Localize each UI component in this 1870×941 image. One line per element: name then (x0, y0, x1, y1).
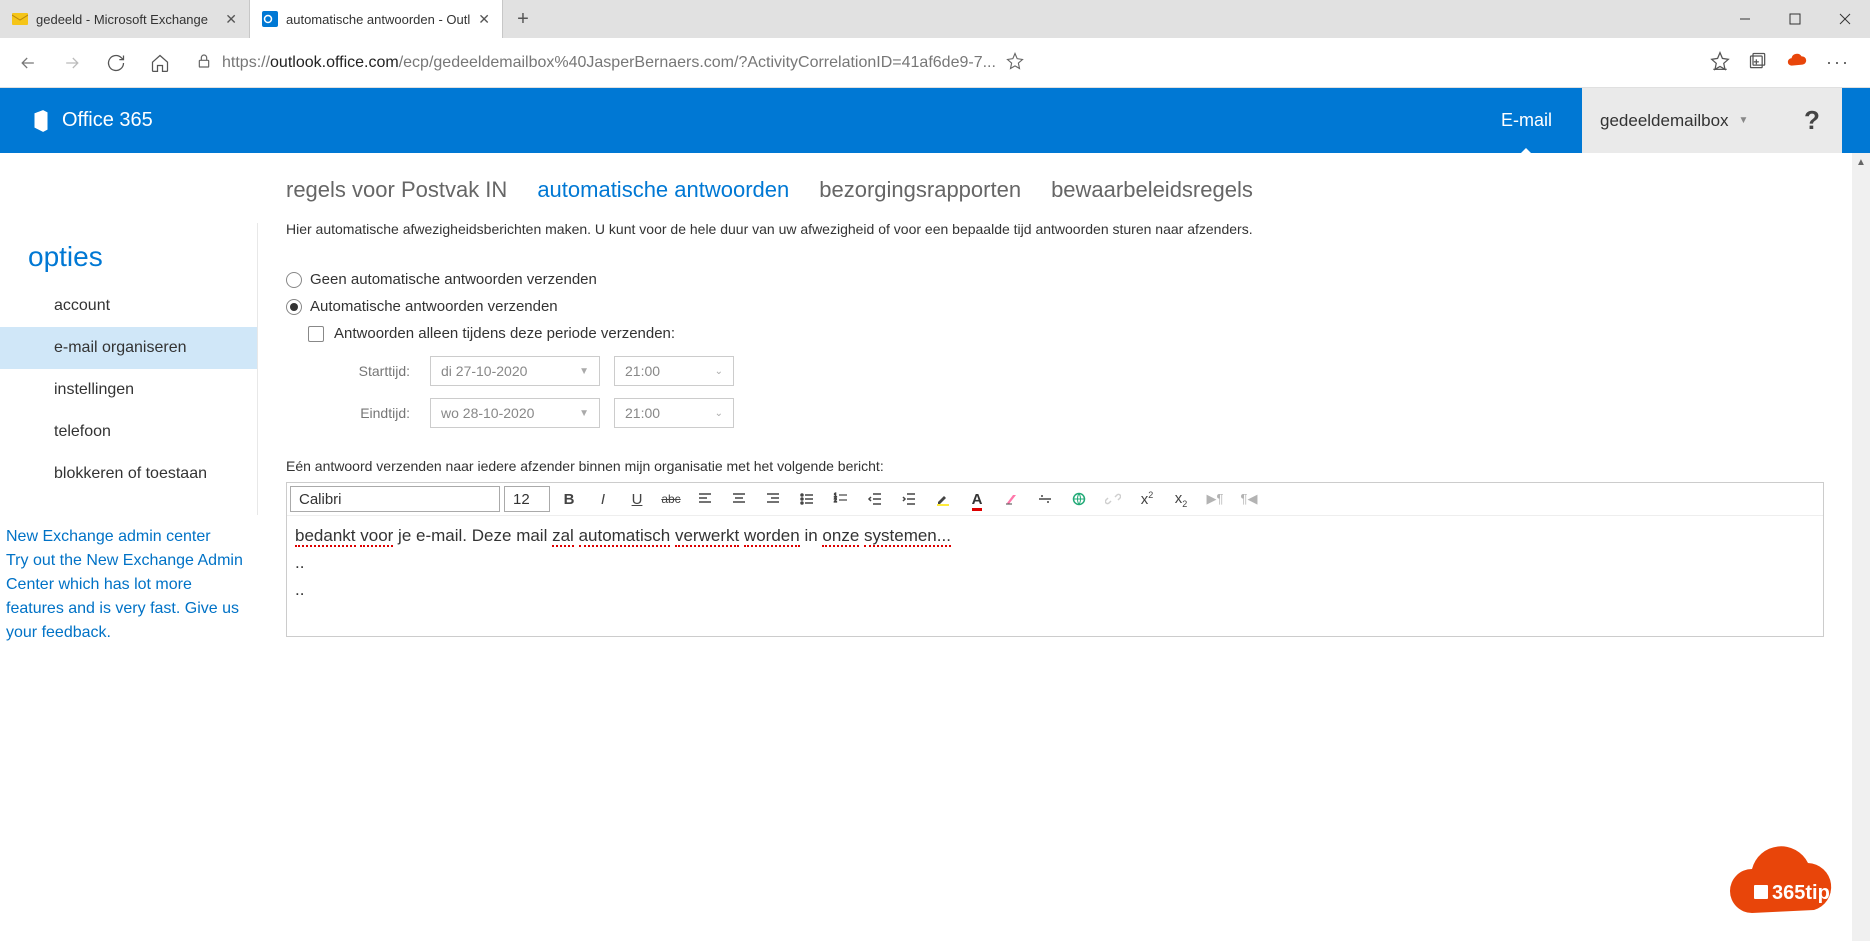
minimize-button[interactable] (1720, 0, 1770, 38)
end-time-select[interactable]: 21:00⌄ (614, 398, 734, 428)
editor-toolbar: Calibri 12 B I U abc 12 A x2 (287, 483, 1823, 516)
sidebar-item-4[interactable]: blokkeren of toestaan (0, 453, 257, 495)
outlook-favicon-icon (262, 11, 278, 27)
radio-no-autoreply[interactable]: Geen automatische antwoorden verzenden (286, 271, 1824, 288)
sidebar: opties accounte-mail organisereninstelli… (0, 223, 258, 515)
font-size-select[interactable]: 12 (504, 486, 550, 512)
indent-button[interactable] (894, 486, 924, 512)
lock-icon (196, 53, 212, 72)
office365-logo[interactable]: Office 365 (28, 108, 153, 134)
content-tabs: regels voor Postvak IN automatische antwo… (286, 177, 1824, 203)
refresh-button[interactable] (98, 45, 134, 81)
editor-label: Eén antwoord verzenden naar iedere afzen… (286, 458, 1824, 474)
browser-tab-0[interactable]: gedeeld - Microsoft Exchange ✕ (0, 0, 250, 38)
rich-text-editor: Calibri 12 B I U abc 12 A x2 (286, 482, 1824, 637)
close-icon[interactable]: ✕ (478, 11, 490, 28)
url-box[interactable]: https://outlook.office.com/ecp/gedeeldem… (186, 45, 1702, 81)
strikethrough-button[interactable]: abc (656, 486, 686, 512)
rtl-button[interactable]: ¶◀ (1234, 486, 1264, 512)
align-right-button[interactable] (758, 486, 788, 512)
italic-button[interactable]: I (588, 486, 618, 512)
align-center-button[interactable] (724, 486, 754, 512)
sidebar-item-1[interactable]: e-mail organiseren (0, 327, 257, 369)
sidebar-item-3[interactable]: telefoon (0, 411, 257, 453)
font-color-button[interactable]: A (962, 486, 992, 512)
underline-button[interactable]: U (622, 486, 652, 512)
sidebar-title: opties (0, 223, 257, 285)
clear-format-button[interactable] (996, 486, 1026, 512)
bullet-list-button[interactable] (792, 486, 822, 512)
radio-icon (286, 299, 302, 315)
help-button[interactable]: ? (1782, 88, 1842, 153)
end-label: Eindtijd: (336, 405, 416, 421)
browser-titlebar: gedeeld - Microsoft Exchange ✕ automatis… (0, 0, 1870, 38)
chevron-down-icon: ▼ (579, 408, 589, 419)
close-icon[interactable]: ✕ (225, 11, 237, 28)
chevron-down-icon: ▼ (579, 366, 589, 377)
collections-icon[interactable] (1748, 51, 1768, 74)
chevron-down-icon: ▼ (1739, 115, 1749, 126)
address-bar: https://outlook.office.com/ecp/gedeeldem… (0, 38, 1870, 88)
align-left-button[interactable] (690, 486, 720, 512)
onedrive-icon[interactable] (1786, 50, 1808, 75)
tab-title: automatische antwoorden - Outl (286, 12, 470, 27)
star-icon[interactable] (1006, 52, 1024, 73)
sidebar-item-2[interactable]: instellingen (0, 369, 257, 411)
link-button[interactable] (1064, 486, 1094, 512)
bold-button[interactable]: B (554, 486, 584, 512)
close-window-button[interactable] (1820, 0, 1870, 38)
checkbox-icon (308, 326, 324, 342)
home-button[interactable] (142, 45, 178, 81)
more-icon[interactable]: ··· (1826, 52, 1850, 73)
office-icon (28, 108, 54, 134)
365tips-badge: 365tips (1722, 843, 1862, 933)
back-button[interactable] (10, 45, 46, 81)
sidebar-item-0[interactable]: account (0, 285, 257, 327)
brand-text: Office 365 (62, 109, 153, 132)
content-tab-2[interactable]: bezorgingsrapporten (819, 177, 1021, 203)
start-time-select[interactable]: 21:00⌄ (614, 356, 734, 386)
superscript-button[interactable]: x2 (1132, 486, 1162, 512)
browser-tab-1[interactable]: automatische antwoorden - Outl ✕ (250, 0, 503, 38)
checkbox-period[interactable]: Antwoorden alleen tijdens deze periode v… (308, 325, 1824, 342)
svg-text:2: 2 (834, 498, 837, 504)
user-menu[interactable]: gedeeldemailbox ▼ (1582, 88, 1782, 153)
subscript-button[interactable]: x2 (1166, 486, 1196, 512)
chevron-down-icon: ⌄ (715, 408, 723, 419)
nav-email[interactable]: E-mail (1471, 88, 1582, 153)
favorites-icon[interactable] (1710, 51, 1730, 74)
content-tab-0[interactable]: regels voor Postvak IN (286, 177, 507, 203)
scroll-up-icon[interactable]: ▲ (1852, 153, 1870, 171)
forward-button[interactable] (54, 45, 90, 81)
insert-hr-button[interactable] (1030, 486, 1060, 512)
page-description: Hier automatische afwezigheidsberichten … (286, 221, 1824, 237)
start-label: Starttijd: (336, 363, 416, 379)
content-tab-1[interactable]: automatische antwoorden (537, 177, 789, 203)
radio-icon (286, 272, 302, 288)
editor-body[interactable]: bedankt voor je e-mail. Deze mail zal au… (287, 516, 1823, 636)
ltr-button[interactable]: ▶¶ (1200, 486, 1230, 512)
new-tab-button[interactable]: + (503, 0, 543, 38)
unlink-button[interactable] (1098, 486, 1128, 512)
maximize-button[interactable] (1770, 0, 1820, 38)
promo-link[interactable]: New Exchange admin center Try out the Ne… (0, 515, 258, 655)
main-panel: regels voor Postvak IN automatische antwo… (258, 153, 1852, 941)
number-list-button[interactable]: 12 (826, 486, 856, 512)
o365-header: Office 365 E-mail gedeeldemailbox ▼ ? (0, 88, 1870, 153)
radio-autoreply[interactable]: Automatische antwoorden verzenden (286, 298, 1824, 315)
font-family-select[interactable]: Calibri (290, 486, 500, 512)
highlight-button[interactable] (928, 486, 958, 512)
tab-title: gedeeld - Microsoft Exchange (36, 12, 217, 27)
mail-favicon-icon (12, 11, 28, 27)
content-tab-3[interactable]: bewaarbeleidsregels (1051, 177, 1253, 203)
chevron-down-icon: ⌄ (715, 366, 723, 377)
end-date-select[interactable]: wo 28-10-2020▼ (430, 398, 600, 428)
start-date-select[interactable]: di 27-10-2020▼ (430, 356, 600, 386)
svg-text:365tips: 365tips (1772, 882, 1841, 904)
outdent-button[interactable] (860, 486, 890, 512)
url-text: https://outlook.office.com/ecp/gedeeldem… (222, 54, 996, 72)
scrollbar[interactable]: ▲ (1852, 153, 1870, 941)
